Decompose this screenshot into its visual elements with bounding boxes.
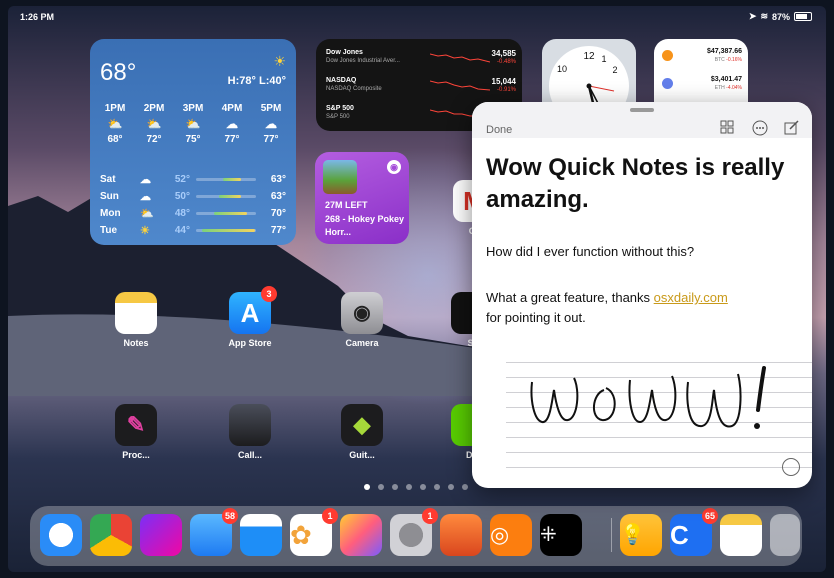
guitar-icon: ◆ — [341, 404, 383, 446]
hour-item: 3PM ⛅ 75° — [176, 103, 210, 145]
camera-icon: ◉ — [341, 292, 383, 334]
chrome-icon[interactable] — [90, 514, 132, 556]
partly-cloudy-icon: ⛅ — [146, 117, 162, 131]
day-row: Sun ☁ 50° 63° — [100, 191, 286, 203]
cloud-icon: ☁ — [226, 117, 238, 131]
hour-item: 1PM ⛅ 68° — [98, 103, 132, 145]
compose-icon[interactable] — [784, 120, 800, 136]
notification-badge: 3 — [261, 286, 277, 302]
clock-number: 12 — [583, 51, 595, 62]
day-row: Tue ☀ 44° 77° — [100, 225, 286, 237]
hourly-forecast: 1PM ⛅ 68° 2PM ⛅ 72° 3PM ⛅ 75° 4PM ☁ 77° 5PM ☁ 77° — [98, 103, 288, 145]
call-of-duty-icon — [229, 404, 271, 446]
note-paragraph[interactable]: What a great feature, thanks osxdaily.co… — [486, 288, 796, 328]
partly-cloudy-icon: ⛅ — [185, 117, 201, 131]
nova-icon[interactable] — [340, 514, 382, 556]
clock-number: 2 — [612, 65, 617, 75]
podcast-title: 268 - Hokey Pokey Horr... — [325, 214, 405, 237]
quick-note-panel[interactable]: Done Wow Quick Notes is really amazing. … — [472, 102, 812, 488]
safari-icon[interactable] — [40, 514, 82, 556]
ethereum-icon — [662, 78, 673, 89]
grid-icon[interactable] — [720, 120, 736, 136]
home-screen: 1:26 PM ➤ ≋ 87% 68° ☀ H:78° L:40° 1PM ⛅ 68… — [8, 6, 826, 572]
notes-icon — [115, 292, 157, 334]
firefox-icon[interactable] — [140, 514, 182, 556]
app-guitar[interactable]: ◆ Guit... — [332, 404, 392, 460]
handwritten-wow-drawing[interactable] — [502, 360, 782, 450]
status-bar: 1:26 PM ➤ ≋ 87% — [8, 6, 826, 26]
partly-cloudy-icon: ⛅ — [140, 208, 154, 220]
hour-item: 4PM ☁ 77° — [215, 103, 249, 145]
battery-icon — [794, 12, 812, 21]
settings-icon[interactable]: 1 — [390, 508, 438, 556]
sun-icon: ☀ — [273, 53, 286, 69]
clock-number: 1 — [601, 54, 606, 64]
day-row: Sat ☁ 52° 63° — [100, 174, 286, 186]
location-icon: ➤ — [748, 11, 757, 21]
drag-handle[interactable] — [630, 108, 654, 112]
cloud-icon: ☁ — [265, 117, 277, 131]
cloud-icon: ☁ — [140, 191, 151, 203]
photos-icon[interactable]: ✿ 1 — [290, 508, 338, 556]
markup-pen-icon[interactable] — [782, 458, 800, 476]
sun-icon: ☀ — [140, 225, 150, 237]
daily-forecast: Sat ☁ 52° 63° Sun ☁ 50° 63° Mon ⛅ 48° 70° Tue ☀ 44°… — [100, 171, 286, 239]
overcast-icon[interactable]: ◎ — [490, 514, 532, 556]
hour-item: 2PM ⛅ 72° — [137, 103, 171, 145]
dots-icon[interactable]: ⁜ — [540, 514, 582, 556]
app-call-of-duty[interactable]: Call... — [220, 404, 280, 460]
podcast-time-left: 27M LEFT — [325, 200, 368, 210]
app-camera[interactable]: ◉ Camera — [332, 292, 392, 348]
app-app-store[interactable]: A3 App Store — [220, 286, 280, 348]
procreate-icon: ✎ — [115, 404, 157, 446]
stock-sparkline — [430, 53, 490, 63]
app-procreate[interactable]: ✎ Proc... — [106, 404, 166, 460]
notes-icon[interactable] — [720, 514, 762, 556]
app-library-icon[interactable] — [770, 514, 800, 556]
mail-icon[interactable]: 58 — [190, 508, 238, 556]
canary-icon[interactable]: C 65 — [670, 508, 718, 556]
hour-item: 5PM ☁ 77° — [254, 103, 288, 145]
podcasts-widget[interactable]: ◉ 27M LEFT 268 - Hokey Pokey Horr... — [315, 152, 409, 244]
done-button[interactable]: Done — [486, 124, 512, 136]
sketchbook-icon[interactable] — [440, 514, 482, 556]
tips-icon[interactable]: 💡 — [620, 514, 662, 556]
page-indicator[interactable] — [364, 484, 468, 490]
ipad-frame: 1:26 PM ➤ ≋ 87% 68° ☀ H:78° L:40° 1PM ⛅ 68… — [0, 0, 834, 578]
battery-percent: 87% — [771, 11, 790, 22]
note-line[interactable]: How did I ever function without this? — [486, 244, 694, 259]
stock-row: Dow Jones Dow Jones Industrial Aver... 34… — [326, 49, 516, 65]
partly-cloudy-icon: ⛅ — [107, 117, 123, 131]
dock-separator — [611, 518, 612, 552]
bitcoin-icon — [662, 50, 673, 61]
note-title[interactable]: Wow Quick Notes is really amazing. — [486, 152, 796, 216]
note-link[interactable]: osxdaily.com — [654, 290, 728, 305]
status-right: ➤ ≋ 87% — [749, 11, 812, 22]
podcasts-icon: ◉ — [387, 160, 401, 174]
day-row: Mon ⛅ 48° 70° — [100, 208, 286, 220]
app-store-icon: A3 — [229, 286, 277, 334]
stock-sparkline — [430, 80, 490, 91]
note-tools — [720, 120, 800, 136]
cloud-icon: ☁ — [140, 174, 151, 186]
wifi-icon: ≋ — [760, 11, 768, 21]
high-low: H:78° L:40° — [227, 75, 286, 87]
files-icon[interactable] — [240, 514, 282, 556]
more-icon[interactable] — [752, 120, 768, 136]
dock: 58 ✿ 1 1 ◎ ⁜ 💡 C 65 — [30, 506, 802, 566]
status-time: 1:26 PM — [20, 12, 55, 22]
weather-widget[interactable]: 68° ☀ H:78° L:40° 1PM ⛅ 68° 2PM ⛅ 72° 3PM ⛅ 75… — [90, 39, 296, 245]
podcast-artwork — [323, 160, 357, 194]
stock-row: NASDAQ NASDAQ Composite 15,044 -0.91% — [326, 77, 516, 93]
current-temperature: 68° — [100, 59, 137, 86]
coin-row: $3,401.47 ETH -4.04% — [662, 75, 742, 101]
coin-row: $47,387.66 BTC -0.16% — [662, 47, 742, 73]
clock-number: 10 — [557, 64, 567, 74]
app-notes[interactable]: Notes — [106, 292, 166, 348]
